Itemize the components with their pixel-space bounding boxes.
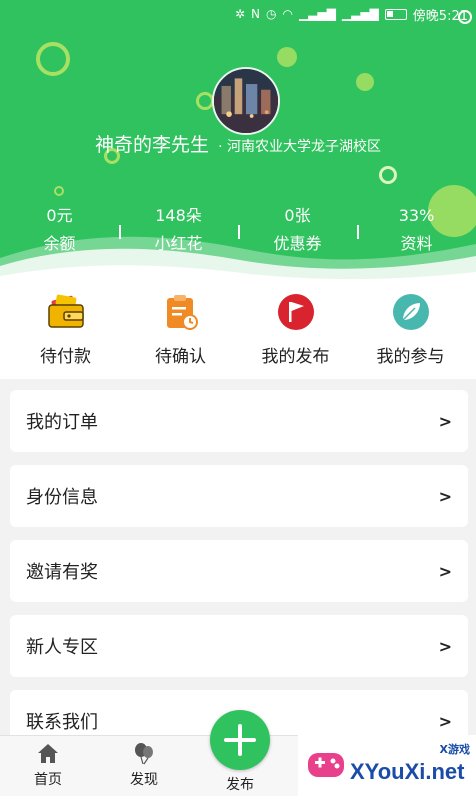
stat-flowers[interactable]: 148朵 小红花 [119,205,238,265]
stat-value: 0元 [46,206,73,225]
menu-label: 身份信息 [26,487,98,508]
tab-publish[interactable]: 发布 [192,710,288,796]
profile-school: · 河南农业大学龙子湖校区 [218,139,381,155]
menu-label: 邀请有奖 [26,562,98,583]
quick-pending-payment[interactable]: 待付款 [16,284,116,379]
menu-my-orders[interactable]: 我的订单 > [10,390,468,452]
decor-bubble [277,47,297,67]
stat-profile[interactable]: 33% 资料 [357,205,476,265]
tab-discover[interactable]: 发现 [96,736,192,796]
status-bar: ✲ N ◷ ◠ ▁▃▅▇ ▁▃▅▇ 傍晚5:21 [0,0,476,28]
chevron-right-icon: > [438,411,452,431]
stats-row: 0元 余额 148朵 小红花 0张 优惠券 33% 资料 [0,205,476,265]
chevron-right-icon: > [438,486,452,506]
site-watermark: X游戏 XYouXi.net [298,735,476,796]
profile-line: 神奇的李先生 · 河南农业大学龙子湖校区 [0,130,476,157]
tab-label: 发布 [226,777,254,793]
settings-icon[interactable] [458,10,472,24]
menu-label: 新人专区 [26,637,98,658]
watermark-site: XYouXi.net [350,759,465,784]
decor-bubble [379,166,397,184]
quick-label: 我的发布 [261,347,330,367]
wifi-icon: ◠ [282,7,293,21]
menu-identity-info[interactable]: 身份信息 > [10,465,468,527]
stat-value: 0张 [284,206,311,225]
clipboard-clock-icon [166,295,198,330]
quick-actions: 待付款 待确认 我的发布 我的参与 [0,284,476,379]
stat-label: 优惠券 [273,234,322,253]
profile-header: ✲ N ◷ ◠ ▁▃▅▇ ▁▃▅▇ 傍晚5:21 神奇的李先生 · 河南农业大学… [0,0,476,290]
stat-balance[interactable]: 0元 余额 [0,205,119,265]
stat-coupons[interactable]: 0张 优惠券 [238,205,357,265]
decor-bubble [54,186,64,196]
avatar-image [214,69,278,133]
balloon-icon [135,743,153,765]
quick-label: 待付款 [40,347,91,367]
bluetooth-icon: ✲ [234,7,245,21]
add-icon[interactable] [210,710,270,770]
watermark-sub: X游戏 [439,743,470,756]
tab-label: 发现 [130,772,158,788]
chevron-right-icon: > [438,636,452,656]
signal-2g-icon: ▁▃▅▇ [341,7,379,21]
nfc-icon: N [251,7,260,21]
gamepad-logo-icon [308,753,344,777]
decor-bubble [36,42,70,76]
stat-value: 33% [398,206,435,225]
home-icon [38,744,58,763]
alarm-icon: ◷ [265,7,277,21]
profile-name: 神奇的李先生 [94,134,209,156]
menu-label: 我的订单 [26,412,98,433]
stat-label: 余额 [43,234,76,253]
avatar[interactable] [212,67,280,135]
chevron-right-icon: > [438,711,452,731]
quick-label: 待确认 [155,347,206,367]
stat-label: 资料 [400,234,433,253]
wallet-icon [47,294,84,328]
decor-bubble [356,73,374,91]
quick-my-participation[interactable]: 我的参与 [361,284,461,379]
leaf-icon [392,294,429,330]
quick-pending-confirm[interactable]: 待确认 [131,284,231,379]
menu-invite-rewards[interactable]: 邀请有奖 > [10,540,468,602]
menu-newcomer-zone[interactable]: 新人专区 > [10,615,468,677]
quick-label: 我的参与 [376,347,445,367]
quick-my-posts[interactable]: 我的发布 [246,284,346,379]
battery-icon [384,8,407,20]
menu-label: 联系我们 [26,712,98,733]
stat-label: 小红花 [154,234,203,253]
tab-home[interactable]: 首页 [0,736,96,796]
tab-label: 首页 [34,772,62,788]
chevron-right-icon: > [438,561,452,581]
flag-icon [277,294,314,330]
signal-4g-icon: ▁▃▅▇ [298,7,336,21]
stat-value: 148朵 [155,206,202,225]
